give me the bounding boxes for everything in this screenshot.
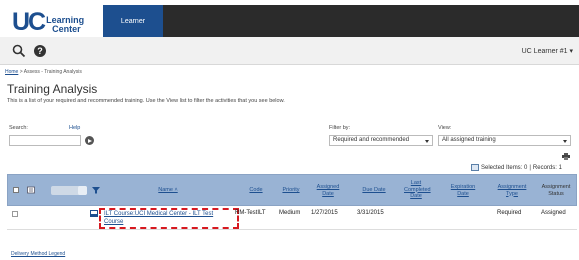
toolbar: ? UC Learner #1 ▾ xyxy=(0,37,579,65)
svg-text:?: ? xyxy=(37,46,43,56)
col-priority[interactable]: Priority xyxy=(278,187,304,194)
col-assigned-date[interactable]: Assigned Date xyxy=(313,184,343,197)
print-icon[interactable] xyxy=(562,153,570,160)
top-bar-background xyxy=(103,5,579,37)
logo-subtitle: Learning Center xyxy=(46,16,84,34)
search-go-button[interactable] xyxy=(85,136,94,145)
search-icon[interactable] xyxy=(12,44,26,58)
view-value: All assigned training xyxy=(442,137,496,143)
table-header-row: Name ˄ Code Priority Assigned Date Due D… xyxy=(7,174,577,206)
cell-due-date: 3/31/2015 xyxy=(357,210,384,216)
status-separator: | xyxy=(529,164,531,171)
highlight-annotation xyxy=(99,208,239,229)
col-assignment-status: Assignment Status xyxy=(541,184,571,197)
help-icon[interactable]: ? xyxy=(33,44,47,58)
logo-uc: UC xyxy=(12,8,46,36)
cell-assigned-date: 1/27/2015 xyxy=(311,210,338,216)
cell-priority: Medium xyxy=(279,210,301,216)
user-menu[interactable]: UC Learner #1 ▾ xyxy=(522,47,573,55)
top-bar: UC Learning Center Learner xyxy=(0,0,579,37)
filter-by-value: Required and recommended xyxy=(333,137,410,143)
selected-items-icon xyxy=(471,164,479,171)
logo-center: Center xyxy=(52,24,81,34)
delivery-method-legend-link[interactable]: Delivery Method Legend xyxy=(11,251,65,257)
bulk-action-arrow-icon[interactable] xyxy=(78,186,87,195)
help-link[interactable]: Help xyxy=(69,125,80,131)
chevron-down-icon xyxy=(425,140,429,143)
table-row[interactable]: ILT Course:UCI Medical Center - ILT Test… xyxy=(7,206,577,230)
tab-learner[interactable]: Learner xyxy=(103,5,163,37)
select-all-checkbox[interactable] xyxy=(13,187,19,193)
page-title: Training Analysis xyxy=(7,82,98,96)
view-label: View: xyxy=(438,125,452,131)
filter-by-select[interactable]: Required and recommended xyxy=(329,135,433,146)
search-input[interactable] xyxy=(9,135,81,146)
page-description: This is a list of your required and reco… xyxy=(7,98,285,104)
col-due-date[interactable]: Due Date xyxy=(358,187,390,194)
chevron-down-icon xyxy=(563,140,567,143)
delivery-method-icon xyxy=(90,210,98,217)
breadcrumb-path: > Assess - Training Analysis xyxy=(18,69,82,75)
col-expiration-date[interactable]: Expiration Date xyxy=(448,184,478,197)
col-name[interactable]: Name ˄ xyxy=(148,187,188,194)
uc-learning-center-logo[interactable]: UC Learning Center xyxy=(12,8,84,36)
row-checkbox[interactable] xyxy=(12,211,18,217)
col-assignment-type[interactable]: Assignment Type xyxy=(492,184,532,197)
selected-items-count[interactable]: Selected Items: 0 xyxy=(481,165,527,171)
records-count: Records: 1 xyxy=(532,164,562,171)
col-last-completed-date[interactable]: Last Completed Date xyxy=(404,180,431,200)
cell-assignment-type: Required xyxy=(497,210,522,216)
view-select[interactable]: All assigned training xyxy=(438,135,571,146)
filter-by-label: Filter by: xyxy=(329,125,351,131)
cell-code: RM-TestILT xyxy=(235,210,266,216)
grid-status: Selected Items: 0 | Records: 1 xyxy=(471,164,562,171)
search-label: Search: xyxy=(9,125,28,131)
filter-funnel-icon[interactable] xyxy=(92,186,100,194)
column-options-icon[interactable] xyxy=(27,186,35,194)
breadcrumb-home[interactable]: Home xyxy=(5,69,18,75)
cell-assignment-status: Assigned xyxy=(541,210,566,216)
col-code[interactable]: Code xyxy=(245,187,267,194)
breadcrumb: Home > Assess - Training Analysis xyxy=(5,69,82,75)
